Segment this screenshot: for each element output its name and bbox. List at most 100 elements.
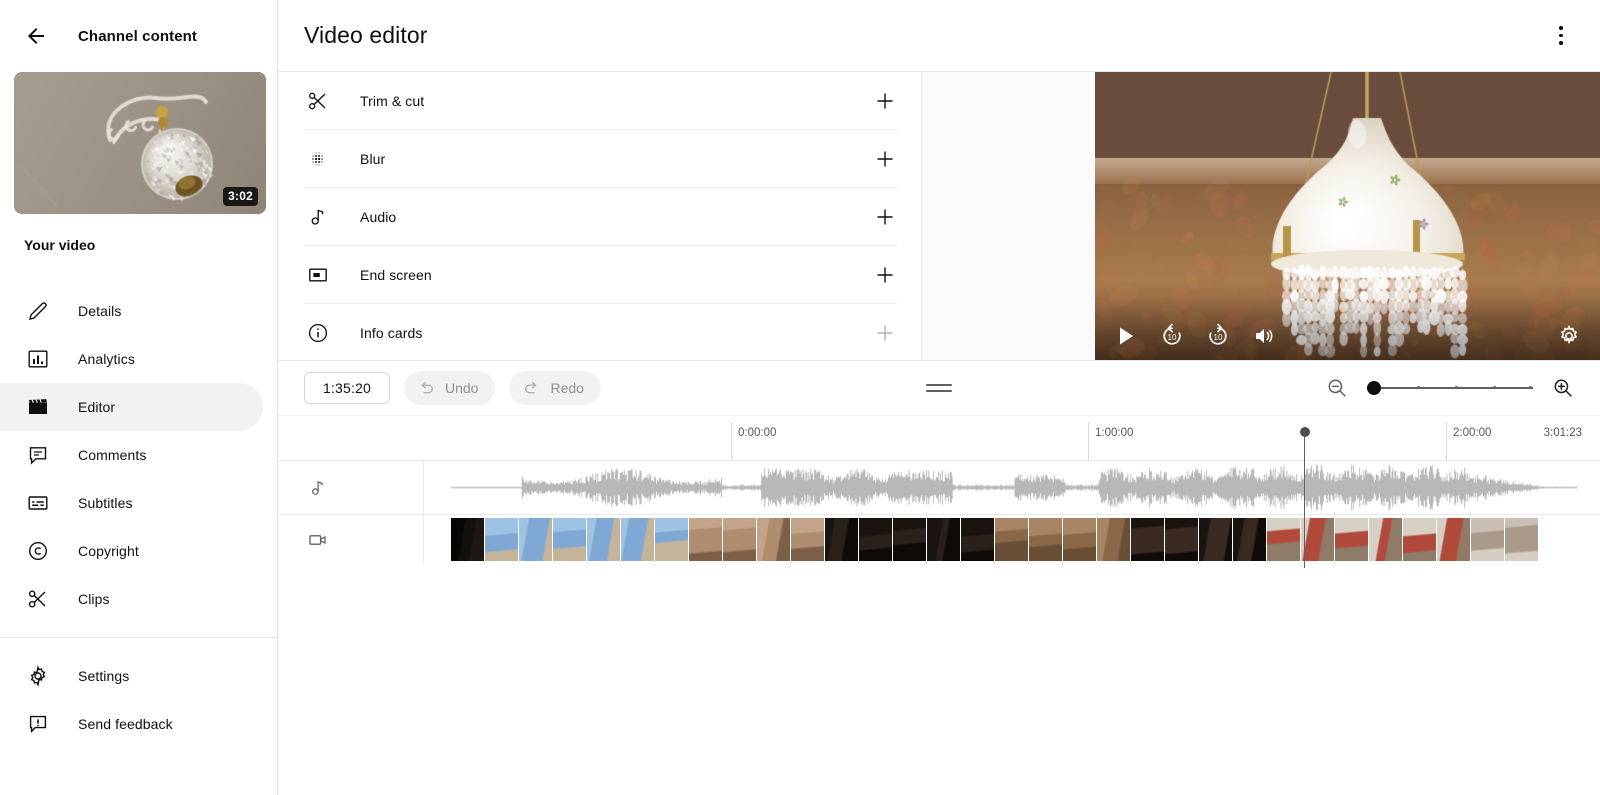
blur-grid-icon: [306, 147, 330, 171]
sidebar-item-clips[interactable]: Clips: [0, 575, 263, 623]
add-trim-and-cut-button[interactable]: [873, 89, 897, 113]
redo-button[interactable]: Redo: [509, 371, 600, 405]
sidebar-item-settings[interactable]: Settings: [0, 652, 263, 700]
filmstrip-frame: [1233, 518, 1267, 561]
comment-icon: [26, 443, 50, 467]
page-header: Video editor: [278, 0, 1600, 72]
timeline-ruler[interactable]: 0:00:00 1:00:00 2:00:00 3:01:23: [278, 416, 1600, 460]
tool-label: End screen: [360, 267, 873, 283]
video-track-header: [278, 515, 424, 564]
sidebar-item-label: Analytics: [78, 351, 135, 367]
back-arrow-icon[interactable]: [24, 24, 48, 48]
video-track-body[interactable]: [424, 515, 1600, 564]
ruler-tick: [1446, 422, 1447, 460]
sidebar-item-label: Clips: [78, 591, 110, 607]
more-vert-icon[interactable]: [1548, 23, 1574, 49]
add-end-screen-button[interactable]: [873, 263, 897, 287]
filmstrip-frame: [825, 518, 859, 561]
sidebar-item-analytics[interactable]: Analytics: [0, 335, 263, 383]
filmstrip-frame: [1505, 518, 1539, 561]
zoom-controls: [1326, 377, 1574, 399]
audio-waveform: [451, 461, 1577, 514]
filmstrip-frame: [689, 518, 723, 561]
sidebar-item-copyright[interactable]: Copyright: [0, 527, 263, 575]
settings-gear-icon[interactable]: [1556, 323, 1582, 349]
filmstrip-frame: [587, 518, 621, 561]
sidebar-item-label: Copyright: [78, 543, 139, 559]
tool-row-end-screen[interactable]: End screen: [304, 246, 897, 304]
tool-label: Info cards: [360, 325, 873, 341]
zoom-slider-thumb[interactable]: [1367, 381, 1381, 395]
filmstrip-frame: [791, 518, 825, 561]
main-content: Video editor Trim & cut: [278, 0, 1600, 795]
rewind-10-button[interactable]: 10: [1159, 323, 1185, 349]
add-blur-button[interactable]: [873, 147, 897, 171]
filmstrip-frame: [995, 518, 1029, 561]
back-row: Channel content: [0, 0, 277, 72]
back-title: Channel content: [78, 28, 197, 45]
page-title: Video editor: [304, 22, 428, 49]
audio-track-header: [278, 461, 424, 514]
sidebar-item-details[interactable]: Details: [0, 287, 263, 335]
filmstrip-frame: [1267, 518, 1301, 561]
volume-button[interactable]: [1251, 323, 1277, 349]
bar-chart-icon: [26, 347, 50, 371]
timeline[interactable]: 0:00:00 1:00:00 2:00:00 3:01:23: [278, 416, 1600, 795]
ruler-label: 1:00:00: [1095, 427, 1133, 439]
filmstrip-frame: [1437, 518, 1471, 561]
filmstrip-frame: [519, 518, 553, 561]
filmstrip-frame: [621, 518, 655, 561]
sidebar-item-send-feedback[interactable]: Send feedback: [0, 700, 263, 748]
music-note-icon: [306, 205, 330, 229]
ruler-tick: [1088, 422, 1089, 460]
sidebar-item-label: Settings: [78, 668, 129, 684]
tool-label: Audio: [360, 209, 873, 225]
undo-button[interactable]: Undo: [404, 371, 495, 405]
zoom-tick: [1529, 386, 1532, 389]
tool-row-audio[interactable]: Audio: [304, 188, 897, 246]
panel-resize-handle[interactable]: [926, 382, 952, 394]
filmstrip-frame: [451, 518, 485, 561]
tool-row-trim-and-cut[interactable]: Trim & cut: [304, 72, 897, 130]
sidebar-item-label: Send feedback: [78, 716, 173, 732]
forward-10-button[interactable]: 10: [1205, 323, 1231, 349]
video-player[interactable]: 10 10: [1095, 72, 1600, 360]
timeline-toolbar: 1:35:20 Undo Redo: [278, 360, 1600, 416]
player-controls: 10 10: [1095, 312, 1600, 360]
tool-row-blur[interactable]: Blur: [304, 130, 897, 188]
timecode-input[interactable]: 1:35:20: [304, 372, 390, 404]
zoom-in-icon[interactable]: [1552, 377, 1574, 399]
end-screen-icon: [306, 263, 330, 287]
redo-label: Redo: [550, 380, 583, 396]
tool-row-info-cards[interactable]: Info cards: [304, 304, 897, 360]
clapperboard-icon: [26, 395, 50, 419]
ruler-label: 0:00:00: [738, 427, 776, 439]
play-button[interactable]: [1113, 323, 1139, 349]
zoom-out-icon[interactable]: [1326, 377, 1348, 399]
svg-text:10: 10: [1214, 333, 1223, 342]
sidebar-item-editor[interactable]: Editor: [0, 383, 263, 431]
filmstrip-frame: [757, 518, 791, 561]
sidebar-item-label: Comments: [78, 447, 146, 463]
video-title: Your video: [24, 237, 277, 253]
sidebar-divider: [0, 637, 277, 638]
pencil-icon: [26, 299, 50, 323]
filmstrip-frame: [927, 518, 961, 561]
timeline-video-track[interactable]: [278, 514, 1600, 564]
audio-track-body[interactable]: [424, 461, 1600, 514]
video-thumbnail[interactable]: 3:02: [14, 72, 266, 214]
tool-label: Blur: [360, 151, 873, 167]
timeline-audio-track[interactable]: [278, 460, 1600, 514]
video-camera-icon: [307, 529, 329, 551]
duration-badge: 3:02: [223, 187, 258, 206]
zoom-tick: [1455, 386, 1458, 389]
sidebar-item-subtitles[interactable]: Subtitles: [0, 479, 263, 527]
zoom-slider[interactable]: [1367, 377, 1533, 399]
tools-list: Trim & cut: [278, 72, 922, 360]
undo-label: Undo: [445, 380, 478, 396]
add-audio-button[interactable]: [873, 205, 897, 229]
sidebar-item-comments[interactable]: Comments: [0, 431, 263, 479]
sidebar-item-label: Subtitles: [78, 495, 133, 511]
zoom-tick: [1493, 386, 1496, 389]
add-info-cards-button[interactable]: [873, 321, 897, 345]
